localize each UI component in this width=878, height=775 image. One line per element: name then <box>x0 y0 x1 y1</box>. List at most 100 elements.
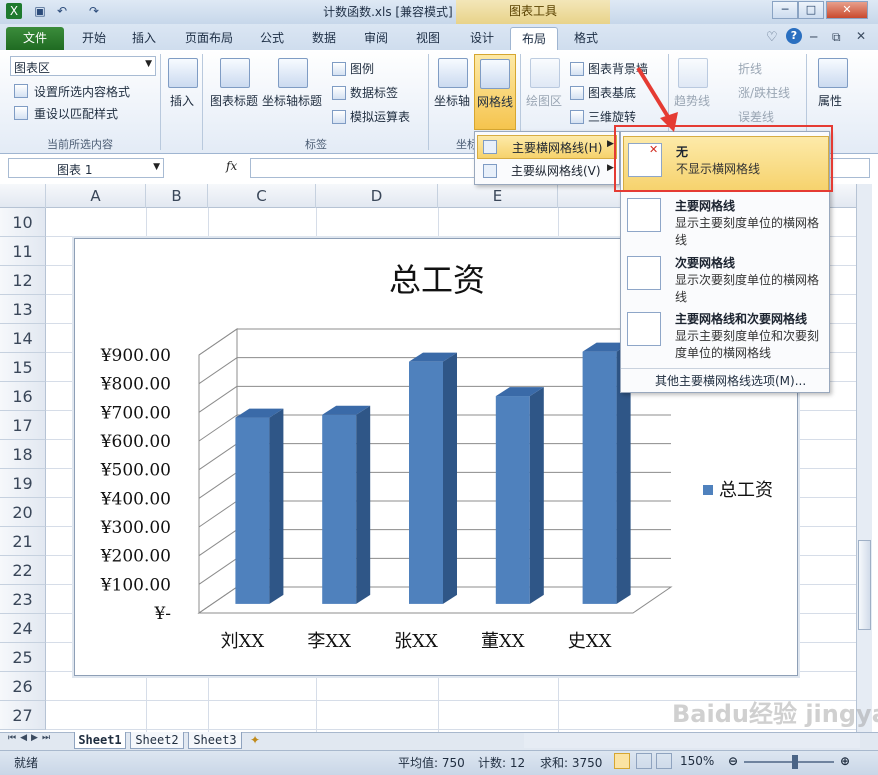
minimize-ribbon-icon[interactable]: ♡ <box>766 30 778 45</box>
zoom-slider-track[interactable] <box>744 761 834 763</box>
gridlines-icon <box>480 59 510 89</box>
row-header-11[interactable]: 11 <box>0 237 46 266</box>
vertical-scroll-thumb[interactable] <box>858 540 871 630</box>
axes-button[interactable]: 坐标轴 <box>434 92 470 109</box>
zoom-level[interactable]: 150% <box>680 754 714 768</box>
updown-bars-button[interactable]: 涨/跌柱线 <box>738 84 790 101</box>
tab-design[interactable]: 设计 <box>462 27 502 50</box>
doc-minimize-icon[interactable]: ─ <box>810 30 817 44</box>
row-header-27[interactable]: 27 <box>0 701 46 730</box>
menu-item-vertical-gridlines[interactable]: 主要纵网格线(V) <box>477 159 617 183</box>
tab-formulas[interactable]: 公式 <box>252 27 292 50</box>
status-sum: 求和: 3750 <box>540 756 603 770</box>
tab-view[interactable]: 视图 <box>408 27 448 50</box>
error-bars-button[interactable]: 误差线 <box>738 108 774 125</box>
rotation-button[interactable]: 三维旋转 <box>588 108 636 125</box>
sheet-tab-1[interactable]: Sheet1 <box>74 732 126 749</box>
row-header-17[interactable]: 17 <box>0 411 46 440</box>
menu-item-horizontal-gridlines[interactable]: 主要横网格线(H) <box>477 135 617 159</box>
option-major-gridlines[interactable]: 主要网格线 显示主要刻度单位的横网格线 <box>623 194 829 252</box>
row-header-10[interactable]: 10 <box>0 208 46 237</box>
chevron-down-icon: ▼ <box>153 162 160 172</box>
plot-area-button[interactable]: 绘图区 <box>526 92 562 109</box>
row-header-22[interactable]: 22 <box>0 556 46 585</box>
maximize-button[interactable]: □ <box>798 1 824 19</box>
properties-button[interactable]: 属性 <box>818 92 842 109</box>
insert-function-button[interactable]: fx <box>226 159 237 173</box>
horizontal-scrollbar[interactable] <box>524 733 860 748</box>
horizontal-gridlines-icon <box>483 140 497 154</box>
row-header-20[interactable]: 20 <box>0 498 46 527</box>
format-selection-button[interactable]: 设置所选内容格式 <box>34 83 130 100</box>
option-minor-gridlines[interactable]: 次要网格线 显示次要刻度单位的横网格线 <box>623 252 829 308</box>
row-header-19[interactable]: 19 <box>0 469 46 498</box>
sheet-nav-icons[interactable]: ⏮◀▶⏭ <box>8 733 54 743</box>
zoom-slider-thumb[interactable] <box>792 755 798 769</box>
menu-item-label: 主要横网格线(H) <box>512 141 603 155</box>
gridlines-button[interactable]: 网格线 <box>474 54 516 130</box>
insert-sheet-icon[interactable]: ✦ <box>250 733 260 747</box>
row-header-18[interactable]: 18 <box>0 440 46 469</box>
x-tick-label: 李XX <box>307 631 351 652</box>
row-header-12[interactable]: 12 <box>0 266 46 295</box>
row-header-14[interactable]: 14 <box>0 324 46 353</box>
data-table-button[interactable]: 模拟运算表 <box>350 108 410 125</box>
zoom-in-icon[interactable]: ⊕ <box>840 754 850 768</box>
row-header-21[interactable]: 21 <box>0 527 46 556</box>
legend-button[interactable]: 图例 <box>350 60 374 77</box>
chart-title-button[interactable]: 图表标题 <box>210 92 258 109</box>
lines-button[interactable]: 折线 <box>738 60 762 77</box>
chart-wall-icon <box>570 62 584 76</box>
close-window-button[interactable]: ✕ <box>826 1 868 19</box>
normal-view-icon[interactable] <box>614 753 630 769</box>
sheet-tab-2[interactable]: Sheet2 <box>130 732 184 749</box>
column-header-e[interactable]: E <box>438 184 558 208</box>
baidu-watermark: Baidu经验 jingyan.baidu.com <box>672 700 878 728</box>
row-header-15[interactable]: 15 <box>0 353 46 382</box>
bar-front-2 <box>322 414 357 604</box>
row-header-16[interactable]: 16 <box>0 382 46 411</box>
column-header-b[interactable]: B <box>146 184 208 208</box>
insert-button[interactable]: 插入 <box>170 92 194 109</box>
status-average: 平均值: 750 <box>398 756 465 770</box>
sheet-tab-3[interactable]: Sheet3 <box>188 732 242 749</box>
option-major-minor-gridlines[interactable]: 主要网格线和次要网格线 显示主要刻度单位和次要刻度单位的横网格线 <box>623 308 829 366</box>
select-all-corner[interactable] <box>0 184 46 208</box>
tab-data[interactable]: 数据 <box>304 27 344 50</box>
tab-insert[interactable]: 插入 <box>124 27 164 50</box>
column-header-a[interactable]: A <box>46 184 146 208</box>
tab-layout[interactable]: 布局 <box>510 27 558 50</box>
help-icon[interactable]: ? <box>786 28 802 44</box>
row-header-13[interactable]: 13 <box>0 295 46 324</box>
reset-style-button[interactable]: 重设以匹配样式 <box>34 105 118 122</box>
group-label-labels: 标签 <box>305 138 327 151</box>
chart-element-selector[interactable]: 图表区 ▼ <box>10 56 156 76</box>
row-header-25[interactable]: 25 <box>0 643 46 672</box>
row-header-24[interactable]: 24 <box>0 614 46 643</box>
name-box[interactable]: 图表 1 ▼ <box>8 158 164 178</box>
doc-restore-icon[interactable]: ⧉ <box>832 30 841 45</box>
tab-review[interactable]: 审阅 <box>356 27 396 50</box>
more-gridline-options[interactable]: 其他主要横网格线选项(M)... <box>655 372 806 389</box>
tab-file[interactable]: 文件 <box>6 27 64 50</box>
doc-close-icon[interactable]: ✕ <box>856 29 866 43</box>
tab-home[interactable]: 开始 <box>74 27 114 50</box>
row-header-26[interactable]: 26 <box>0 672 46 701</box>
tab-page-layout[interactable]: 页面布局 <box>176 27 242 50</box>
bar-front-5 <box>582 351 617 604</box>
option-desc: 显示主要刻度单位的横网格线 <box>675 216 820 247</box>
grid-row-line <box>46 729 862 730</box>
vertical-scrollbar[interactable] <box>856 184 872 732</box>
column-header-d[interactable]: D <box>316 184 438 208</box>
data-labels-button[interactable]: 数据标签 <box>350 84 398 101</box>
row-header-23[interactable]: 23 <box>0 585 46 614</box>
column-header-c[interactable]: C <box>208 184 316 208</box>
page-layout-view-icon[interactable] <box>636 753 652 769</box>
axis-titles-button[interactable]: 坐标轴标题 <box>262 92 322 109</box>
minimize-button[interactable]: ─ <box>772 1 798 19</box>
chart-floor-button[interactable]: 图表基底 <box>588 84 636 101</box>
zoom-out-icon[interactable]: ⊖ <box>728 754 738 768</box>
major-minor-gridlines-icon <box>627 312 661 346</box>
tab-format[interactable]: 格式 <box>566 27 606 50</box>
page-break-view-icon[interactable] <box>656 753 672 769</box>
